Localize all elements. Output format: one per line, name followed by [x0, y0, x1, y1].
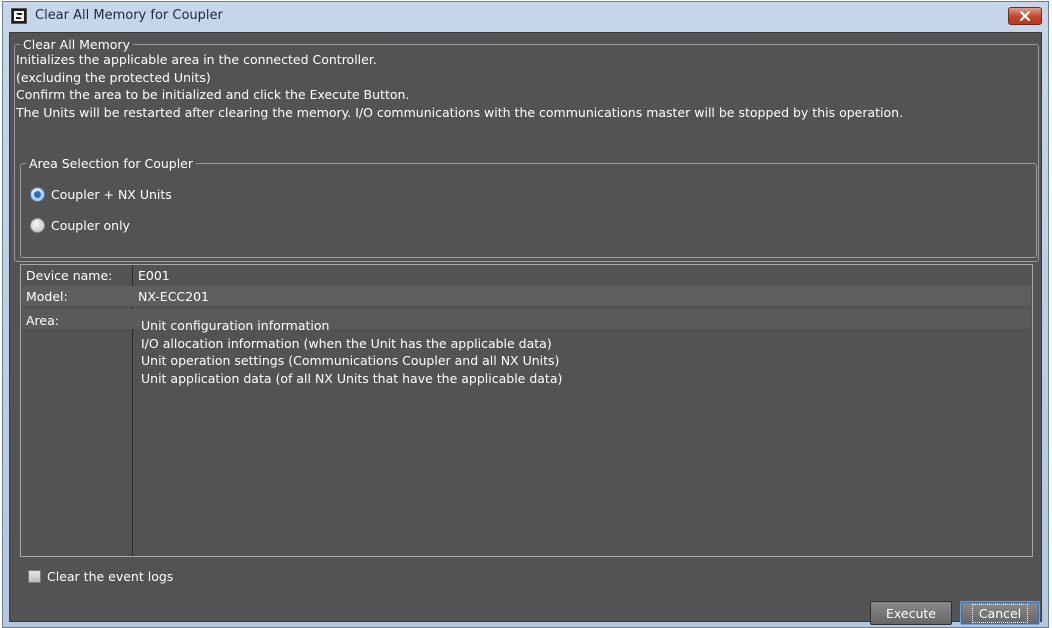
device-name-label: Device name:: [26, 267, 113, 283]
device-name-row: Device name: E001: [22, 265, 1031, 285]
area-item: Unit application data (of all NX Units t…: [141, 370, 563, 386]
area-item: I/O allocation information (when the Uni…: [141, 335, 552, 351]
radio-label: Coupler + NX Units: [51, 187, 172, 202]
execute-button[interactable]: Execute: [870, 601, 952, 625]
model-value: NX-ECC201: [138, 288, 210, 304]
radio-unselected-icon[interactable]: [30, 218, 45, 233]
model-label: Model:: [26, 288, 68, 304]
checkbox-label: Clear the event logs: [47, 569, 174, 584]
radio-coupler-nx-units[interactable]: Coupler + NX Units: [30, 187, 172, 202]
device-info-panel: Device name: E001 Model: NX-ECC201 Area:…: [20, 264, 1033, 557]
radio-coupler-only[interactable]: Coupler only: [30, 218, 130, 233]
app-logo-icon: [11, 8, 27, 24]
dialog-window: Clear All Memory for Coupler Clear All M…: [2, 1, 1049, 628]
area-selection-legend: Area Selection for Coupler: [29, 156, 194, 171]
close-icon: [1020, 11, 1030, 21]
description-line: The Units will be restarted after cleari…: [16, 104, 904, 120]
close-button[interactable]: [1008, 7, 1042, 25]
description-text: Initializes the applicable area in the c…: [16, 51, 903, 121]
checkbox-unchecked-icon[interactable]: [28, 570, 41, 583]
window-title: Clear All Memory for Coupler: [35, 8, 223, 23]
area-selection-group: Area Selection for Coupler: [20, 156, 1037, 258]
cancel-button-label: Cancel: [971, 603, 1029, 623]
area-label: Area:: [26, 313, 59, 328]
radio-selected-icon[interactable]: [30, 187, 45, 202]
description-line: Initializes the applicable area in the c…: [16, 52, 377, 67]
area-item: Unit configuration information: [141, 318, 330, 333]
radio-label: Coupler only: [51, 218, 130, 233]
description-line: (excluding the protected Units): [16, 69, 211, 85]
area-item: Unit operation settings (Communications …: [141, 353, 560, 368]
clear-all-memory-legend: Clear All Memory: [23, 37, 130, 52]
device-name-value: E001: [138, 267, 170, 283]
cancel-button[interactable]: Cancel: [960, 601, 1040, 625]
area-list: Unit configuration information I/O alloc…: [141, 317, 562, 387]
dialog-body: Clear All Memory Initializes the applica…: [9, 32, 1042, 625]
clear-event-logs-checkbox[interactable]: Clear the event logs: [28, 569, 173, 584]
model-row: Model: NX-ECC201: [22, 286, 1031, 306]
title-bar[interactable]: Clear All Memory for Coupler: [3, 2, 1048, 32]
description-line: Confirm the area to be initialized and c…: [16, 87, 410, 102]
